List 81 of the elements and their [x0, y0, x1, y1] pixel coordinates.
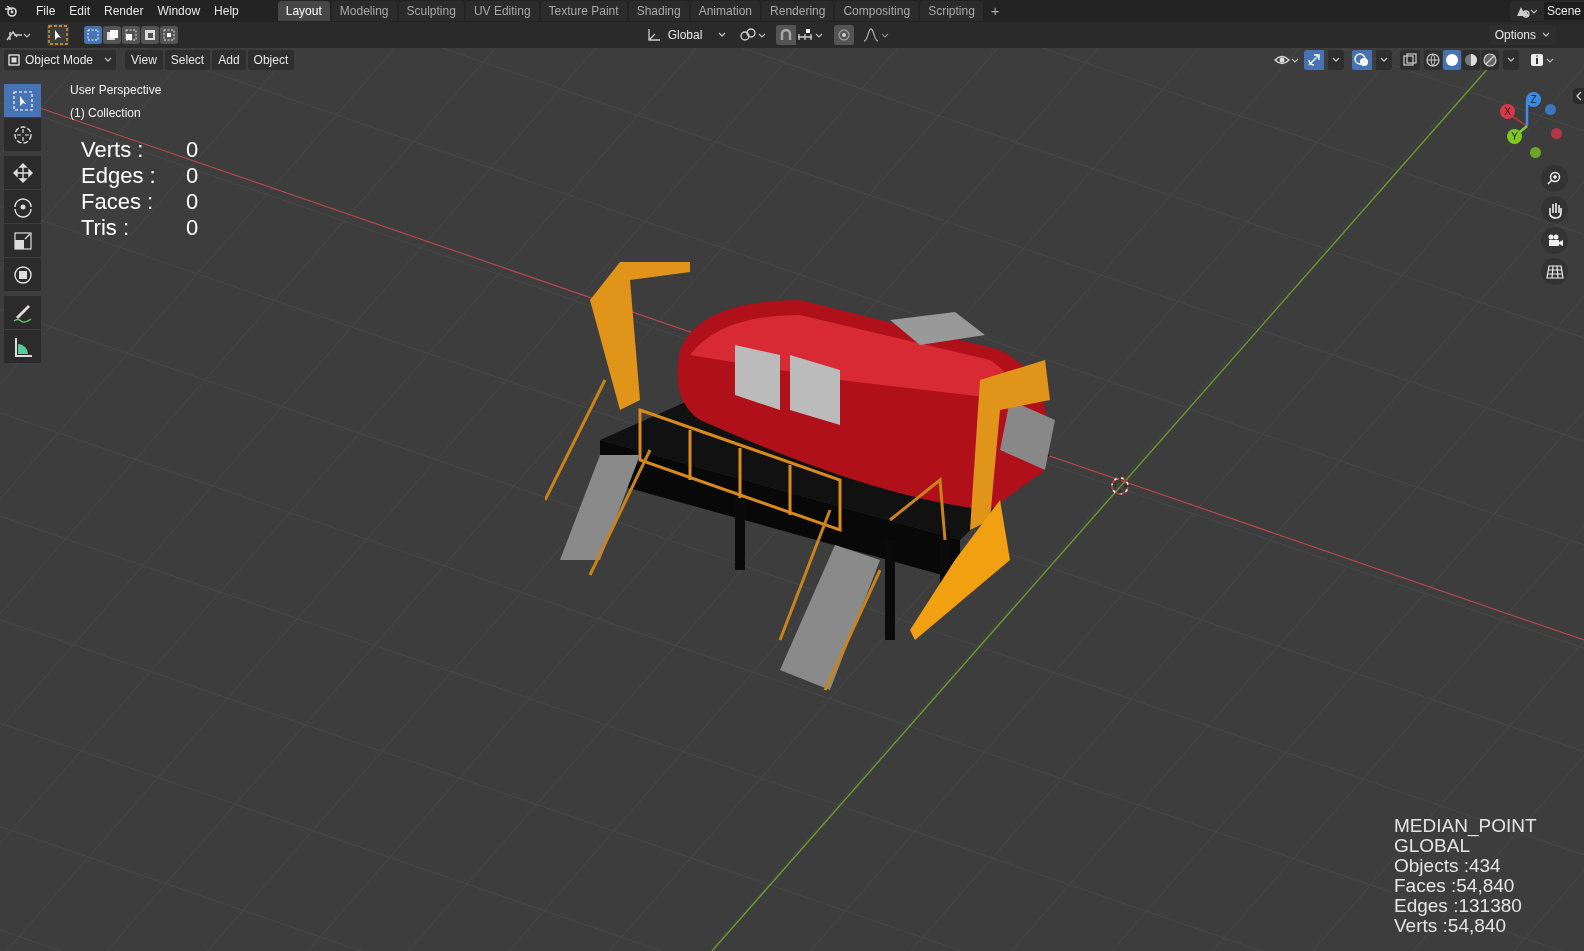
- selection-mode-icon: [105, 28, 119, 42]
- tool-button[interactable]: [4, 296, 41, 329]
- shading-mode-button[interactable]: [1462, 50, 1480, 70]
- sphere-icon: [1425, 52, 1441, 68]
- stat-label: Edges :: [81, 163, 157, 189]
- workspace-tab[interactable]: Compositing: [835, 1, 919, 21]
- axes-icon: [645, 27, 662, 43]
- snap-toggle-icon[interactable]: [776, 25, 797, 45]
- 3d-cursor-icon: [1109, 475, 1131, 497]
- gizmo-toggle-icon[interactable]: [1304, 50, 1324, 70]
- shading-mode-button[interactable]: [1481, 50, 1499, 70]
- stat-value: 0: [186, 163, 199, 189]
- selection-mode-button[interactable]: [103, 26, 121, 44]
- stat-label: Faces :: [81, 189, 155, 215]
- shading-mode-button[interactable]: [1443, 50, 1461, 70]
- tool-button[interactable]: [4, 118, 41, 151]
- workspace-tab[interactable]: Animation: [690, 1, 761, 21]
- scene-info-line: Edges :131380: [1394, 896, 1523, 916]
- workspace-tab[interactable]: Scripting: [920, 1, 983, 21]
- menu-item[interactable]: Render: [97, 2, 151, 20]
- scene-info-line: Faces :54,840: [1394, 876, 1516, 896]
- mode-dropdown[interactable]: Object Mode: [4, 50, 117, 70]
- workspace-tab[interactable]: Rendering: [762, 1, 834, 21]
- menu-button[interactable]: Object: [247, 50, 295, 70]
- workspace-tab[interactable]: Modeling: [331, 1, 397, 21]
- stat-value: 0: [186, 215, 199, 241]
- selection-mode-button[interactable]: [141, 26, 159, 44]
- menu-item[interactable]: File: [29, 2, 63, 20]
- collection-label: (1) Collection: [70, 105, 142, 122]
- stat-value: 0: [186, 137, 199, 163]
- stat-label: Tris :: [81, 215, 131, 241]
- scene-info-line: Objects :434: [1394, 856, 1502, 876]
- overlays-menu-icon[interactable]: [1376, 50, 1392, 70]
- shading-mode-button[interactable]: [1424, 50, 1442, 70]
- select-box-icon: [10, 88, 35, 113]
- blender-logo-icon[interactable]: [3, 3, 19, 19]
- selection-mode-icon: [86, 28, 100, 42]
- scene-info-line: MEDIAN_POINT: [1394, 816, 1537, 836]
- workspace-tab[interactable]: Shading: [628, 1, 689, 21]
- object-mode-icon: [8, 54, 20, 66]
- selection-mode-icon: [143, 28, 157, 42]
- options-dropdown[interactable]: Options: [1488, 25, 1556, 45]
- view-name-label: User Perspective: [70, 82, 162, 99]
- menu-button[interactable]: View: [125, 50, 163, 70]
- selection-mode-icon: [162, 28, 176, 42]
- sidebar-toggle-icon[interactable]: [1573, 88, 1584, 104]
- proportional-editing-icon[interactable]: [834, 25, 855, 45]
- sphere-icon: [1482, 52, 1498, 68]
- scene-name-field[interactable]: Scene: [1543, 2, 1584, 20]
- caret-icon: [1542, 32, 1550, 38]
- add-workspace-button[interactable]: +: [984, 1, 1006, 21]
- caret-icon: [104, 57, 113, 63]
- stat-value: 0: [186, 189, 199, 215]
- tool-button[interactable]: [4, 330, 41, 363]
- gizmo-menu-icon[interactable]: [1328, 50, 1344, 70]
- scene-info-line: GLOBAL: [1394, 836, 1471, 856]
- tool-button[interactable]: [4, 258, 41, 291]
- workspace-tab[interactable]: Layout: [277, 1, 330, 21]
- selection-mode-button[interactable]: [160, 26, 178, 44]
- menu-button[interactable]: Add: [212, 50, 246, 70]
- menu-item[interactable]: Edit: [62, 2, 98, 20]
- tool-button[interactable]: [4, 156, 41, 189]
- select-tool-icon[interactable]: [47, 24, 69, 46]
- xray-toggle-icon[interactable]: [1400, 50, 1420, 70]
- caret-icon: [718, 32, 727, 38]
- menu-item[interactable]: Window: [150, 2, 208, 20]
- menu-item[interactable]: Help: [207, 2, 246, 20]
- workspace-tab[interactable]: Sculpting: [398, 1, 464, 21]
- sphere-icon: [1463, 52, 1479, 68]
- move-icon: [10, 160, 35, 185]
- workspace-tab[interactable]: UV Editing: [465, 1, 539, 21]
- stat-label: Verts :: [81, 137, 145, 163]
- overlays-toggle-icon[interactable]: [1352, 50, 1372, 70]
- workspace-tab[interactable]: Texture Paint: [540, 1, 627, 21]
- selection-mode-button[interactable]: [122, 26, 140, 44]
- menu-button[interactable]: Select: [164, 50, 211, 70]
- scene-info-line: Verts :54,840: [1394, 916, 1507, 936]
- tool-button[interactable]: [4, 190, 41, 223]
- selection-mode-icon: [124, 28, 138, 42]
- sphere-icon: [1444, 52, 1460, 68]
- tool-button[interactable]: [4, 224, 41, 257]
